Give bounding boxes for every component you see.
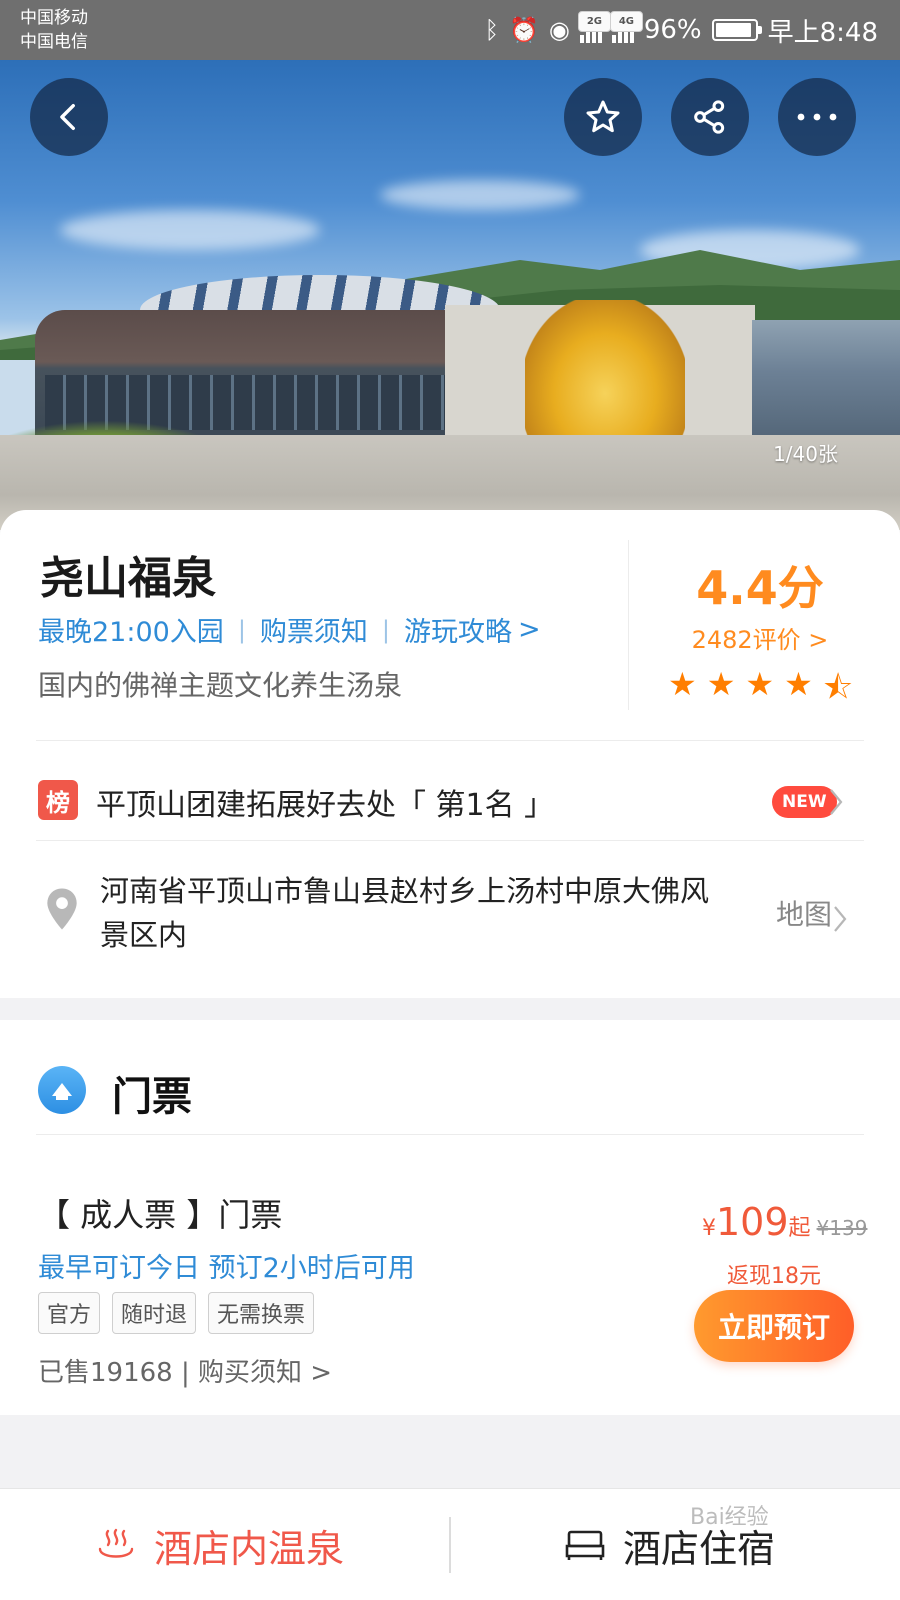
chevron-right-icon: > [518, 614, 541, 645]
divider [628, 540, 629, 710]
sold-count-and-notice[interactable]: 已售19168 | 购买须知 > [38, 1352, 332, 1389]
page-title: 尧山福泉 [40, 553, 216, 604]
ticket-name[interactable]: 【 成人票 】门票 [38, 1190, 282, 1236]
book-now-button[interactable]: 立即预订 [694, 1290, 854, 1362]
share-button[interactable] [671, 78, 749, 156]
half-star-icon: ⯪ [822, 668, 854, 706]
map-link[interactable]: 地图 [776, 893, 832, 933]
ticket-booking-note: 最早可订今日 预订2小时后可用 [38, 1253, 415, 1284]
divider [36, 840, 864, 841]
carrier-info: 中国移动 中国电信 [20, 6, 88, 54]
attraction-info-card: 尧山福泉 最晚21:00入园 | 购票须知 | 游玩攻略 > 国内的佛禅主题文化… [0, 510, 900, 998]
price-value: 109 [716, 1200, 789, 1244]
favorite-button[interactable] [564, 78, 642, 156]
bluetooth-icon: ᛒ [484, 16, 499, 44]
tag-official: 官方 [38, 1292, 101, 1334]
ticket-section: 门票 【 成人票 】门票 最早可订今日 预订2小时后可用 官方 随时退 无需换票… [0, 1020, 900, 1415]
carrier-2: 中国电信 [20, 32, 88, 52]
more-icon [797, 113, 837, 121]
chevron-right-icon [830, 789, 843, 815]
star-icon: ★ [668, 665, 697, 703]
ranking-text: 平顶山团建拓展好去处「 第1名 」 [96, 788, 555, 823]
battery-percent: 96% [643, 15, 702, 45]
link-separator: | [237, 615, 246, 644]
divider [449, 1517, 451, 1573]
review-count-link[interactable]: 2482评价 > [660, 620, 860, 655]
divider [36, 740, 864, 741]
tag-no-exchange: 无需换票 [208, 1292, 315, 1334]
status-icons: ᛒ ⏰ ◉ 2G 4G 96% 早上8:48 [484, 11, 878, 48]
star-icon: ★ [745, 665, 775, 703]
price-suffix: 起 [788, 1216, 811, 1241]
battery-icon [711, 19, 762, 41]
link-separator: | [381, 615, 390, 644]
photo-count: 1/40张 [773, 442, 838, 466]
ticket-tags: 官方 随时退 无需换票 [38, 1292, 315, 1334]
signal-2g-icon: 2G [577, 11, 611, 43]
ticket-price: ¥ 109 起 ¥139 [702, 1200, 867, 1244]
cashback-label: 返现18元 [727, 1264, 821, 1289]
star-icon [586, 100, 620, 133]
address-row[interactable]: 河南省平顶山市鲁山县赵村乡上汤村中原大佛风景区内 地图 [0, 855, 900, 975]
more-button[interactable] [778, 78, 856, 156]
price-currency: ¥ [702, 1216, 716, 1241]
star-icon: ★ [784, 665, 813, 703]
bottom-tab-bar: 酒店内温泉 酒店住宿 Bai经验 [0, 1488, 900, 1600]
star-icon: ★ [706, 665, 736, 703]
hero-photo[interactable]: 1/40张 [0, 60, 900, 530]
carrier-1: 中国移动 [20, 8, 88, 28]
tag-refund-anytime: 随时退 [112, 1292, 197, 1334]
info-links: 最晚21:00入园 | 购票须知 | 游玩攻略 > [38, 610, 541, 649]
chevron-right-icon [834, 906, 847, 932]
divider [36, 1134, 864, 1135]
signal-4g-icon: 4G [609, 11, 643, 43]
alarm-icon: ⏰ [508, 16, 539, 44]
ticket-section-icon [38, 1066, 86, 1114]
section-title: 门票 [112, 1074, 192, 1120]
ranking-badge: 榜 [38, 780, 78, 820]
ranking-row[interactable]: 榜 平顶山团建拓展好去处「 第1名 」 NEW [0, 758, 900, 848]
back-button[interactable] [30, 78, 108, 156]
tab-label: 酒店内温泉 [154, 1526, 345, 1571]
travel-guide-link[interactable]: 游玩攻略 [404, 610, 512, 649]
hot-spring-icon [98, 1528, 134, 1558]
opening-time-link[interactable]: 最晚21:00入园 [38, 610, 224, 649]
attraction-subtitle: 国内的佛禅主题文化养生汤泉 [38, 669, 403, 702]
tab-hotel-hot-spring[interactable]: 酒店内温泉 [96, 1489, 344, 1600]
ticket-notice-link[interactable]: 购票须知 [260, 610, 368, 649]
watermark: Bai经验 [690, 1505, 769, 1530]
rating-score[interactable]: 4.4分 [660, 552, 860, 618]
original-price: ¥139 [816, 1216, 868, 1240]
eye-icon: ◉ [548, 16, 570, 44]
status-bar: 中国移动 中国电信 ᛒ ⏰ ◉ 2G 4G 96% 早上8:48 [0, 0, 900, 60]
address-text: 河南省平顶山市鲁山县赵村乡上汤村中原大佛风景区内 [100, 874, 710, 952]
share-icon [694, 100, 725, 134]
bed-icon [565, 1530, 605, 1560]
clock: 早上8:48 [767, 17, 878, 48]
rating-stars: ★ ★ ★ ★ ⯪ [668, 665, 853, 719]
location-pin-icon [47, 888, 77, 930]
back-icon [60, 103, 75, 131]
